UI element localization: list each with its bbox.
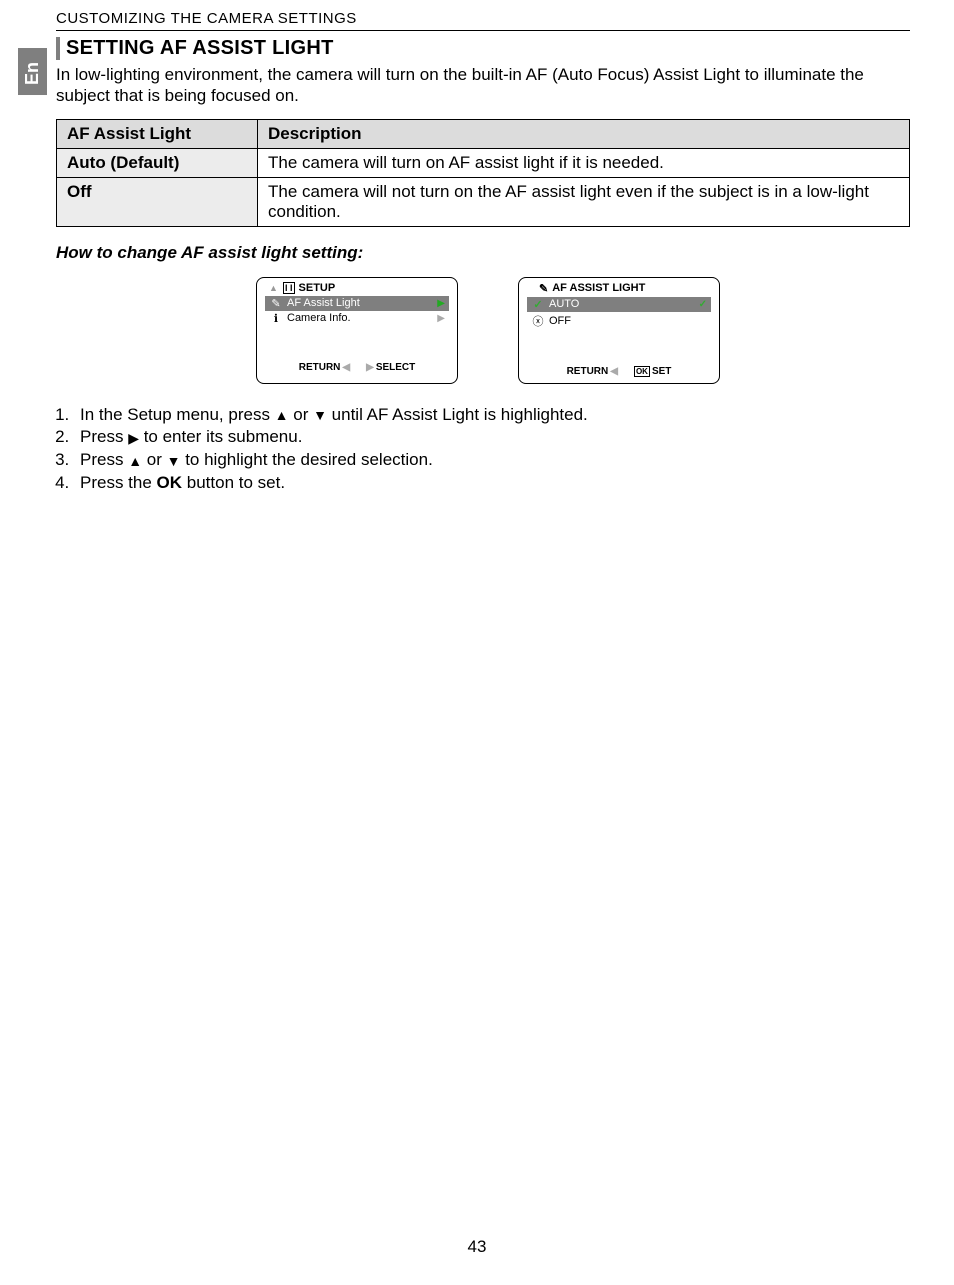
step-text: button to set. bbox=[182, 473, 285, 492]
step-text: In the Setup menu, press bbox=[80, 405, 275, 424]
lcd-item-label: OFF bbox=[545, 315, 707, 327]
howto-heading: How to change AF assist light setting: bbox=[56, 243, 910, 263]
up-arrow-icon: ▲ bbox=[275, 408, 289, 422]
table-header-row: AF Assist Light Description bbox=[57, 119, 910, 148]
check-icon: ✓ bbox=[699, 299, 707, 310]
settings-table: AF Assist Light Description Auto (Defaul… bbox=[56, 119, 910, 227]
info-icon: ℹ bbox=[269, 312, 283, 325]
chapter-header: CUSTOMIZING THE CAMERA SETTINGS bbox=[56, 10, 357, 27]
lcd-title-text: AF ASSIST LIGHT bbox=[552, 282, 645, 294]
page-number: 43 bbox=[0, 1237, 954, 1257]
lcd-title-text: SETUP bbox=[299, 282, 336, 294]
lcd-item-label: AUTO bbox=[545, 298, 699, 310]
step-text: or bbox=[142, 450, 167, 469]
step-text: until AF Assist Light is highlighted. bbox=[327, 405, 588, 424]
table-row: Auto (Default) The camera will turn on A… bbox=[57, 148, 910, 177]
chevron-right-icon: ▶ bbox=[366, 362, 374, 373]
check-icon: ✓ bbox=[531, 298, 545, 311]
lcd-title: ✎ AF ASSIST LIGHT bbox=[519, 282, 719, 297]
steps-list: In the Setup menu, press ▲ or ▼ until AF… bbox=[56, 404, 910, 496]
step-4: Press the OK button to set. bbox=[74, 472, 910, 495]
description-cell: The camera will not turn on the AF assis… bbox=[258, 177, 910, 226]
option-cell: Off bbox=[57, 177, 258, 226]
step-text: or bbox=[289, 405, 314, 424]
chevron-left-icon: ◀ bbox=[610, 366, 618, 377]
down-arrow-icon: ▼ bbox=[313, 408, 327, 422]
language-tab: En bbox=[18, 48, 47, 95]
up-arrow-icon: ▲ bbox=[128, 454, 142, 468]
section-title-bar: SETTING AF ASSIST LIGHT bbox=[56, 37, 910, 60]
lcd-screen-setup: ▲ I I SETUP ✎ AF Assist Light ▶ ℹ Camera… bbox=[256, 277, 458, 384]
lcd-menu-item-selected: ✓ AUTO ✓ bbox=[527, 297, 711, 312]
lcd-footer-return: RETURN bbox=[567, 366, 609, 377]
chevron-up-icon: ▲ bbox=[269, 283, 278, 293]
col-header-option: AF Assist Light bbox=[57, 119, 258, 148]
x-icon: ⓧ bbox=[531, 313, 545, 329]
lcd-title: ▲ I I SETUP bbox=[257, 282, 457, 296]
lcd-footer: RETURN ◀ ▶ SELECT bbox=[257, 360, 457, 373]
step-3: Press ▲ or ▼ to highlight the desired se… bbox=[74, 449, 910, 472]
lcd-footer-select: SELECT bbox=[376, 362, 415, 373]
step-text: Press bbox=[80, 427, 128, 446]
lcd-screen-af-assist: ✎ AF ASSIST LIGHT ✓ AUTO ✓ ⓧ OFF RETURN bbox=[518, 277, 720, 384]
lcd-footer-set: SET bbox=[652, 366, 671, 377]
setup-icon: I I bbox=[283, 282, 295, 294]
section-intro: In low-lighting environment, the camera … bbox=[56, 64, 910, 107]
lcd-screens-row: ▲ I I SETUP ✎ AF Assist Light ▶ ℹ Camera… bbox=[256, 277, 910, 384]
chevron-right-icon: ▶ bbox=[437, 313, 445, 324]
option-cell: Auto (Default) bbox=[57, 148, 258, 177]
af-icon: ✎ bbox=[269, 297, 283, 310]
lcd-item-label: Camera Info. bbox=[283, 312, 437, 324]
ok-label: OK bbox=[157, 473, 183, 492]
step-text: to enter its submenu. bbox=[139, 427, 302, 446]
page: En CUSTOMIZING THE CAMERA SETTINGS SETTI… bbox=[0, 0, 954, 1285]
section-title: SETTING AF ASSIST LIGHT bbox=[66, 37, 334, 59]
chapter-header-rule: CUSTOMIZING THE CAMERA SETTINGS bbox=[56, 10, 910, 31]
col-header-description: Description bbox=[258, 119, 910, 148]
lcd-menu-item: ⓧ OFF bbox=[527, 312, 711, 330]
content-area: CUSTOMIZING THE CAMERA SETTINGS SETTING … bbox=[56, 0, 910, 495]
lcd-item-label: AF Assist Light bbox=[283, 297, 437, 309]
lcd-menu-item: ℹ Camera Info. ▶ bbox=[265, 311, 449, 326]
step-text: Press the bbox=[80, 473, 157, 492]
table-row: Off The camera will not turn on the AF a… bbox=[57, 177, 910, 226]
ok-icon: OK bbox=[634, 366, 650, 377]
description-cell: The camera will turn on AF assist light … bbox=[258, 148, 910, 177]
step-2: Press ▶ to enter its submenu. bbox=[74, 426, 910, 449]
step-text: to highlight the desired selection. bbox=[180, 450, 432, 469]
lcd-footer: RETURN ◀ OK SET bbox=[519, 364, 719, 377]
step-text: Press bbox=[80, 450, 128, 469]
down-arrow-icon: ▼ bbox=[167, 454, 181, 468]
chevron-right-icon: ▶ bbox=[437, 298, 445, 309]
chevron-left-icon: ◀ bbox=[342, 362, 350, 373]
step-1: In the Setup menu, press ▲ or ▼ until AF… bbox=[74, 404, 910, 427]
lcd-menu-item-selected: ✎ AF Assist Light ▶ bbox=[265, 296, 449, 311]
right-arrow-icon: ▶ bbox=[128, 431, 139, 445]
lcd-footer-return: RETURN bbox=[299, 362, 341, 373]
af-icon: ✎ bbox=[539, 282, 548, 295]
